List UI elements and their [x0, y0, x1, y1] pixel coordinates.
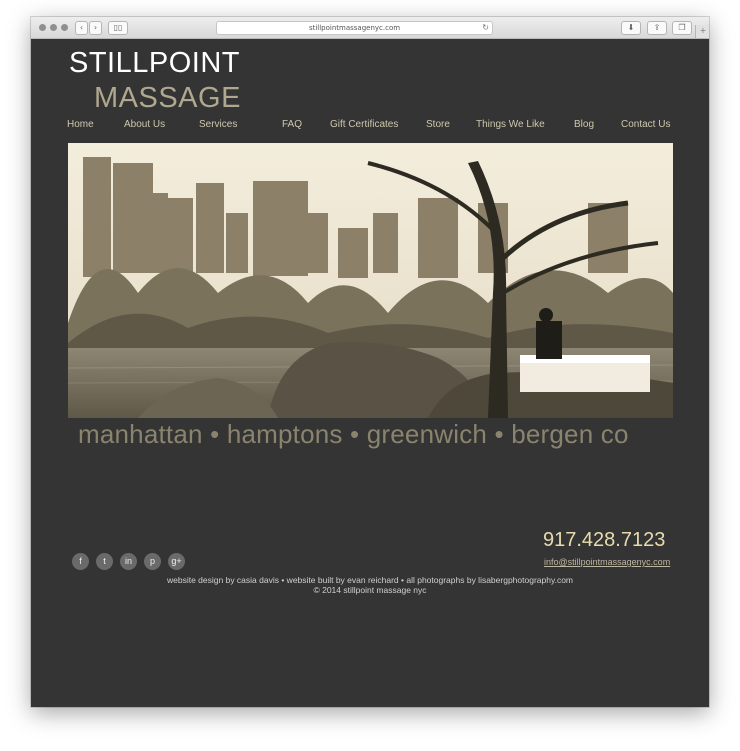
footer-credits: website design by casia davis • website … — [111, 575, 629, 595]
plus-icon: + — [699, 26, 707, 35]
tabs-button[interactable]: ❐ — [672, 21, 692, 35]
nav-home[interactable]: Home — [67, 119, 94, 130]
pinterest-icon[interactable]: p — [144, 553, 161, 570]
back-button[interactable]: ‹ — [75, 21, 88, 35]
copyright-text: © 2014 stillpoint massage nyc — [313, 585, 427, 595]
browser-window: ‹ › ▯▯ stillpointmassagenyc.com ↻ ⬇ ⇪ ❐ … — [31, 17, 709, 707]
share-button[interactable]: ⇪ — [647, 21, 667, 35]
zoom-window-button[interactable] — [61, 24, 68, 31]
nav-store[interactable]: Store — [426, 119, 450, 130]
sidebar-icon: ▯▯ — [113, 23, 123, 32]
nav-about-us[interactable]: About Us — [124, 119, 165, 130]
chevron-right-icon: › — [93, 23, 98, 32]
forward-button[interactable]: › — [89, 21, 102, 35]
phone-number[interactable]: 917.428.7123 — [543, 529, 665, 552]
main-nav: Home About Us Services FAQ Gift Certific… — [67, 119, 674, 135]
central-park-photo-icon — [68, 143, 673, 418]
close-window-button[interactable] — [39, 24, 46, 31]
service-locations: manhattan • hamptons • greenwich • berge… — [78, 419, 629, 449]
sidebar-button[interactable]: ▯▯ — [108, 21, 128, 35]
hero-photo — [68, 143, 673, 418]
tabs-icon: ❐ — [678, 23, 686, 32]
nav-services[interactable]: Services — [199, 119, 237, 130]
nav-gift-certificates[interactable]: Gift Certificates — [330, 119, 398, 130]
address-bar[interactable]: stillpointmassagenyc.com ↻ — [216, 21, 493, 35]
download-icon: ⬇ — [627, 23, 635, 32]
twitter-icon[interactable]: t — [96, 553, 113, 570]
downloads-button[interactable]: ⬇ — [621, 21, 641, 35]
logo-stillpoint[interactable]: STILLPOINT — [69, 47, 309, 80]
nav-blog[interactable]: Blog — [574, 119, 594, 130]
url-text: stillpointmassagenyc.com — [308, 24, 401, 32]
googleplus-icon[interactable]: g+ — [168, 553, 185, 570]
share-icon: ⇪ — [653, 23, 661, 32]
browser-toolbar: ‹ › ▯▯ stillpointmassagenyc.com ↻ ⬇ ⇪ ❐ … — [31, 17, 709, 39]
credits-text: website design by casia davis • website … — [167, 575, 573, 585]
facebook-icon[interactable]: f — [72, 553, 89, 570]
nav-faq[interactable]: FAQ — [282, 119, 302, 130]
linkedin-icon[interactable]: in — [120, 553, 137, 570]
email-link[interactable]: info@stillpointmassagenyc.com — [544, 557, 670, 567]
chevron-left-icon: ‹ — [79, 23, 84, 32]
new-tab-button[interactable]: + — [695, 25, 709, 38]
logo-massage[interactable]: MASSAGE — [94, 82, 334, 115]
nav-things-we-like[interactable]: Things We Like — [476, 119, 545, 130]
reload-icon[interactable]: ↻ — [482, 22, 489, 34]
minimize-window-button[interactable] — [50, 24, 57, 31]
nav-contact-us[interactable]: Contact Us — [621, 119, 670, 130]
